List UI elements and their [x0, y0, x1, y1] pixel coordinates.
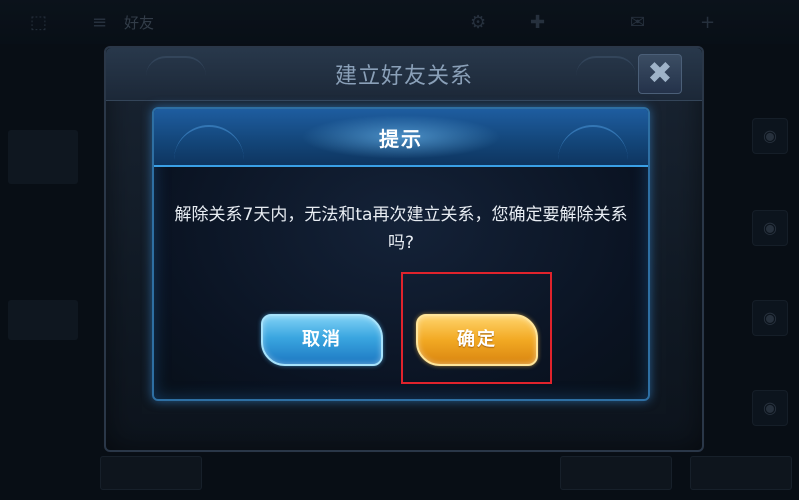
add-friend-dialog-title: 建立好友关系 [334, 64, 473, 89]
confirm-highlight-box [401, 272, 552, 384]
prompt-dialog-title: 提示 [379, 127, 423, 151]
add-friend-dialog-header: 建立好友关系 ✖ [106, 48, 702, 101]
close-icon[interactable]: ✖ [638, 54, 682, 94]
cancel-button[interactable]: 取消 [261, 314, 383, 366]
prompt-message: 解除关系7天内，无法和ta再次建立关系，您确定要解除关系吗? [174, 205, 628, 253]
prompt-dialog-header: 提示 [154, 109, 648, 167]
